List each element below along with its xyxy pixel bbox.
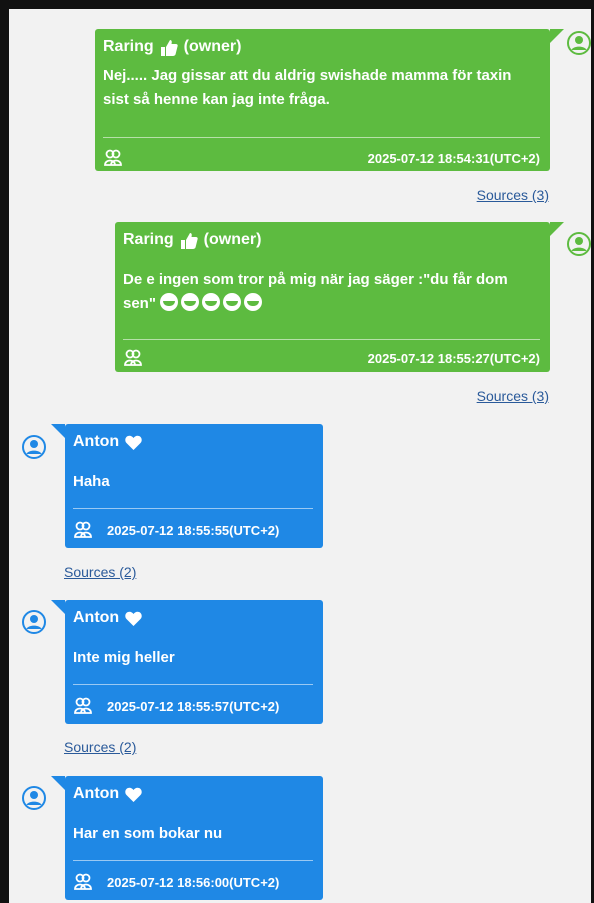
group-icon bbox=[74, 873, 92, 890]
emoji-row bbox=[160, 293, 265, 312]
laughing-emoji-icon bbox=[181, 293, 200, 311]
laughing-emoji-icon bbox=[244, 293, 263, 311]
sources-link[interactable]: Sources (2) bbox=[64, 739, 136, 755]
message-bubble[interactable]: Anton Inte mig heller 2025-07-12 18:55:5… bbox=[51, 600, 323, 724]
heart-icon bbox=[125, 611, 142, 626]
message-timestamp: 2025-07-12 18:56:00(UTC+2) bbox=[107, 875, 280, 890]
window-border-top bbox=[0, 0, 594, 9]
message-divider bbox=[73, 508, 313, 509]
group-icon bbox=[124, 349, 142, 366]
laughing-emoji-icon bbox=[160, 293, 179, 311]
message-divider bbox=[103, 137, 540, 138]
message-bubble[interactable]: Anton Haha 2025-07-12 18:55:55(UTC+2) bbox=[51, 424, 323, 548]
thumbs-up-icon bbox=[160, 39, 178, 56]
message-text: De e ingen som tror på mig när jag säger… bbox=[123, 271, 508, 312]
message-bubble[interactable]: Anton Har en som bokar nu 2025-07-12 18:… bbox=[51, 776, 323, 900]
heart-icon bbox=[125, 435, 142, 450]
user-avatar-icon bbox=[22, 610, 46, 634]
sender-name: Anton bbox=[73, 785, 142, 803]
message-bubble[interactable]: Raring (owner) De e ingen som tror på mi… bbox=[115, 222, 564, 372]
message-timestamp: 2025-07-12 18:55:55(UTC+2) bbox=[107, 523, 280, 538]
user-avatar-icon bbox=[22, 786, 46, 810]
sources-link[interactable]: Sources (2) bbox=[64, 564, 136, 580]
user-avatar-icon bbox=[567, 232, 591, 256]
message-divider bbox=[123, 339, 540, 340]
user-avatar-icon bbox=[567, 31, 591, 55]
group-icon bbox=[74, 521, 92, 538]
message-timestamp: 2025-07-12 18:54:31(UTC+2) bbox=[367, 151, 540, 166]
message-text: Inte mig heller bbox=[73, 649, 175, 666]
message-text: Nej..... Jag gissar att du aldrig swisha… bbox=[103, 67, 512, 108]
message-divider bbox=[73, 860, 313, 861]
message-bubble[interactable]: Raring (owner) Nej..... Jag gissar att d… bbox=[95, 29, 564, 171]
chat-panel: Raring (owner) Nej..... Jag gissar att d… bbox=[9, 9, 591, 903]
sender-name: Anton bbox=[73, 609, 142, 627]
sources-link[interactable]: Sources (3) bbox=[477, 187, 549, 203]
heart-icon bbox=[125, 787, 142, 802]
laughing-emoji-icon bbox=[223, 293, 242, 311]
window-border-left bbox=[0, 0, 9, 903]
group-icon bbox=[104, 149, 122, 166]
message-text: Har en som bokar nu bbox=[73, 825, 223, 842]
message-timestamp: 2025-07-12 18:55:57(UTC+2) bbox=[107, 699, 280, 714]
user-avatar-icon bbox=[22, 435, 46, 459]
sender-name: Raring (owner) bbox=[103, 38, 242, 56]
message-divider bbox=[73, 684, 313, 685]
sender-name: Raring (owner) bbox=[123, 231, 262, 249]
sources-link[interactable]: Sources (3) bbox=[477, 388, 549, 404]
message-text: Haha bbox=[73, 473, 110, 490]
message-timestamp: 2025-07-12 18:55:27(UTC+2) bbox=[367, 351, 540, 366]
group-icon bbox=[74, 697, 92, 714]
thumbs-up-icon bbox=[180, 232, 198, 249]
sender-name: Anton bbox=[73, 433, 142, 451]
laughing-emoji-icon bbox=[202, 293, 221, 311]
